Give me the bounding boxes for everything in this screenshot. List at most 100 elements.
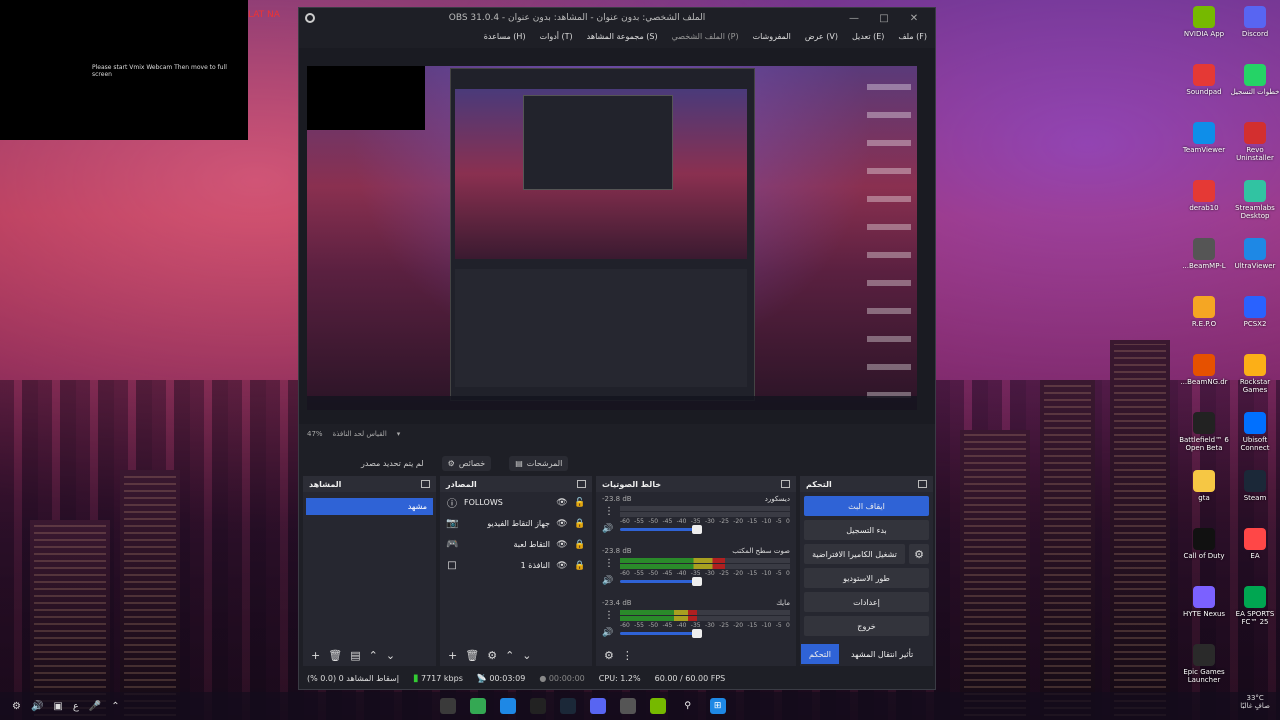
speaker-icon[interactable]: 🔊	[602, 576, 613, 586]
network-icon[interactable]: ▣	[53, 701, 62, 712]
desktop-shortcut[interactable]: HYTE Nexus	[1177, 586, 1231, 618]
desktop-shortcut[interactable]: ...BeamMP-L	[1177, 238, 1231, 270]
desktop-shortcut[interactable]: خطوات التسجيل	[1228, 64, 1280, 96]
speaker-icon[interactable]: 🔊	[602, 628, 613, 638]
start-virtual-camera-button[interactable]: تشغيل الكاميرا الافتراضية	[804, 544, 905, 564]
eye-icon[interactable]: 👁	[556, 498, 568, 508]
popout-icon[interactable]	[918, 480, 927, 488]
obs-icon[interactable]	[529, 698, 546, 714]
projector-window[interactable]: Please start Vmix Webcam Then move to fu…	[0, 0, 248, 140]
menu-file[interactable]: ملف (F)	[898, 32, 927, 41]
advanced-audio-icon[interactable]: ⚙	[604, 649, 614, 662]
volume-slider[interactable]	[620, 525, 702, 534]
gear-icon[interactable]: ⚙	[909, 544, 929, 564]
chevron-down-icon[interactable]: ⌄	[386, 649, 395, 662]
exit-button[interactable]: خروج	[804, 616, 929, 636]
popout-icon[interactable]	[781, 480, 790, 488]
source-row[interactable]: 🎮 التقاط لعبة 👁 🔒	[440, 534, 592, 555]
menu-docks[interactable]: المفروشات	[753, 32, 791, 41]
desktop-shortcut[interactable]: Streamlabs Desktop	[1228, 180, 1280, 220]
desktop-shortcut[interactable]: Steam	[1228, 470, 1280, 502]
edge-icon[interactable]	[499, 698, 516, 714]
unlock-icon[interactable]: 🔓	[574, 498, 586, 508]
chevron-up-icon[interactable]: ⌃	[369, 649, 378, 662]
speaker-icon[interactable]: 🔊	[602, 524, 613, 534]
desktop-shortcut[interactable]: Call of Duty	[1177, 528, 1231, 560]
tab-controls[interactable]: التحكم	[801, 644, 839, 664]
desktop-shortcut[interactable]: Soundpad	[1177, 64, 1231, 96]
obs-taskbar-icon[interactable]	[439, 698, 456, 714]
volume-knob[interactable]	[692, 629, 702, 638]
minimize-button[interactable]: —	[839, 13, 869, 24]
language-indicator[interactable]: ع	[73, 701, 79, 712]
menu-edit[interactable]: تعديل (E)	[852, 32, 884, 41]
kebab-menu-icon[interactable]: ⋮	[622, 649, 633, 662]
explorer-icon[interactable]	[619, 698, 636, 714]
lock-icon[interactable]: 🔒	[574, 540, 586, 550]
source-row[interactable]: ⓘ FOLLOWS 👁 🔓	[440, 492, 592, 513]
nvidia-taskbar-icon[interactable]	[649, 698, 666, 714]
desktop-shortcut[interactable]: Ubisoft Connect	[1228, 412, 1280, 452]
filter-icon[interactable]: ▤	[350, 649, 360, 662]
desktop-shortcut[interactable]: R.E.P.O	[1177, 296, 1231, 328]
source-row[interactable]: 📷 جهاز التقاط الفيديو 👁 🔒	[440, 513, 592, 534]
add-icon[interactable]: +	[311, 649, 320, 662]
microphone-icon[interactable]: 🎤	[89, 701, 101, 712]
filters-button[interactable]: ▤ المرشحات	[509, 455, 569, 471]
desktop-shortcut[interactable]: Revo Uninstaller	[1228, 122, 1280, 162]
desktop-shortcut[interactable]: ...BeamNG.dr	[1177, 354, 1231, 386]
menu-view[interactable]: عرض (V)	[805, 32, 838, 41]
eye-icon[interactable]: 👁	[556, 540, 568, 550]
chevron-up-icon[interactable]: ⌃	[111, 701, 119, 712]
trash-icon[interactable]: 🗑	[465, 649, 479, 662]
desktop-shortcut[interactable]: NVIDIA App	[1177, 6, 1231, 38]
volume-slider[interactable]	[620, 629, 702, 638]
start-recording-button[interactable]: بدء التسجيل	[804, 520, 929, 540]
menu-profile[interactable]: الملف الشخصي (P)	[672, 32, 739, 41]
popout-icon[interactable]	[577, 480, 586, 488]
chevron-up-icon[interactable]: ⌃	[505, 649, 514, 662]
discord-taskbar-icon[interactable]	[589, 698, 606, 714]
trash-icon[interactable]: 🗑	[328, 649, 342, 662]
menu-tools[interactable]: أدوات (T)	[540, 32, 573, 41]
lock-icon[interactable]: 🔒	[574, 519, 586, 529]
menu-help[interactable]: مساعدة (H)	[484, 32, 526, 41]
source-row[interactable]: □ النافذة 1 👁 🔒	[440, 555, 592, 576]
properties-button[interactable]: ⚙ خصائص	[441, 455, 492, 471]
desktop-shortcut[interactable]: derab10	[1177, 180, 1231, 212]
desktop-shortcut[interactable]: Rockstar Games	[1228, 354, 1280, 394]
add-icon[interactable]: +	[448, 649, 457, 662]
popout-icon[interactable]	[421, 480, 430, 488]
stop-streaming-button[interactable]: ايقاف البث	[804, 496, 929, 516]
desktop-shortcut[interactable]: Discord	[1228, 6, 1280, 38]
windows-start-icon[interactable]: ⊞	[709, 698, 726, 714]
search-icon[interactable]: ⚲	[680, 698, 696, 714]
desktop-shortcut[interactable]: Battlefield™ 6 Open Beta	[1177, 412, 1231, 452]
weather-widget[interactable]: 33°C صافٍ غالبًا	[1240, 694, 1270, 710]
close-button[interactable]: ✕	[899, 13, 929, 24]
desktop-shortcut[interactable]: TeamViewer	[1177, 122, 1231, 154]
eye-icon[interactable]: 👁	[556, 519, 568, 529]
desktop-shortcut[interactable]: EA SPORTS FC™ 25	[1228, 586, 1280, 626]
chevron-down-icon[interactable]: ⌄	[522, 649, 531, 662]
maximize-button[interactable]: □	[869, 13, 899, 24]
steam-taskbar-icon[interactable]	[559, 698, 576, 714]
zoom-value[interactable]: 47%	[307, 430, 323, 438]
tab-scene-transitions[interactable]: تأثير انتقال المشهد	[843, 644, 921, 664]
volume-knob[interactable]	[692, 525, 702, 534]
settings-tray-icon[interactable]: ⚙	[12, 701, 21, 712]
desktop-shortcut[interactable]: gta	[1177, 470, 1231, 502]
gear-icon[interactable]: ⚙	[487, 649, 497, 662]
kebab-menu-icon[interactable]: ⋮	[604, 610, 614, 621]
studio-mode-button[interactable]: طور الاستوديو	[804, 568, 929, 588]
program-preview[interactable]	[307, 66, 917, 410]
desktop-shortcut[interactable]: PCSX2	[1228, 296, 1280, 328]
menu-scene-collection[interactable]: مجموعة المشاهد (S)	[587, 32, 658, 41]
lock-icon[interactable]: 🔒	[574, 561, 586, 571]
eye-icon[interactable]: 👁	[556, 561, 568, 571]
volume-icon[interactable]: 🔊	[31, 701, 43, 712]
desktop-shortcut[interactable]: Epic Games Launcher	[1177, 644, 1231, 684]
chrome-icon[interactable]	[469, 698, 486, 714]
zoom-dropdown-icon[interactable]: ▾	[397, 430, 401, 438]
scene-item[interactable]: مشهد	[306, 498, 433, 515]
